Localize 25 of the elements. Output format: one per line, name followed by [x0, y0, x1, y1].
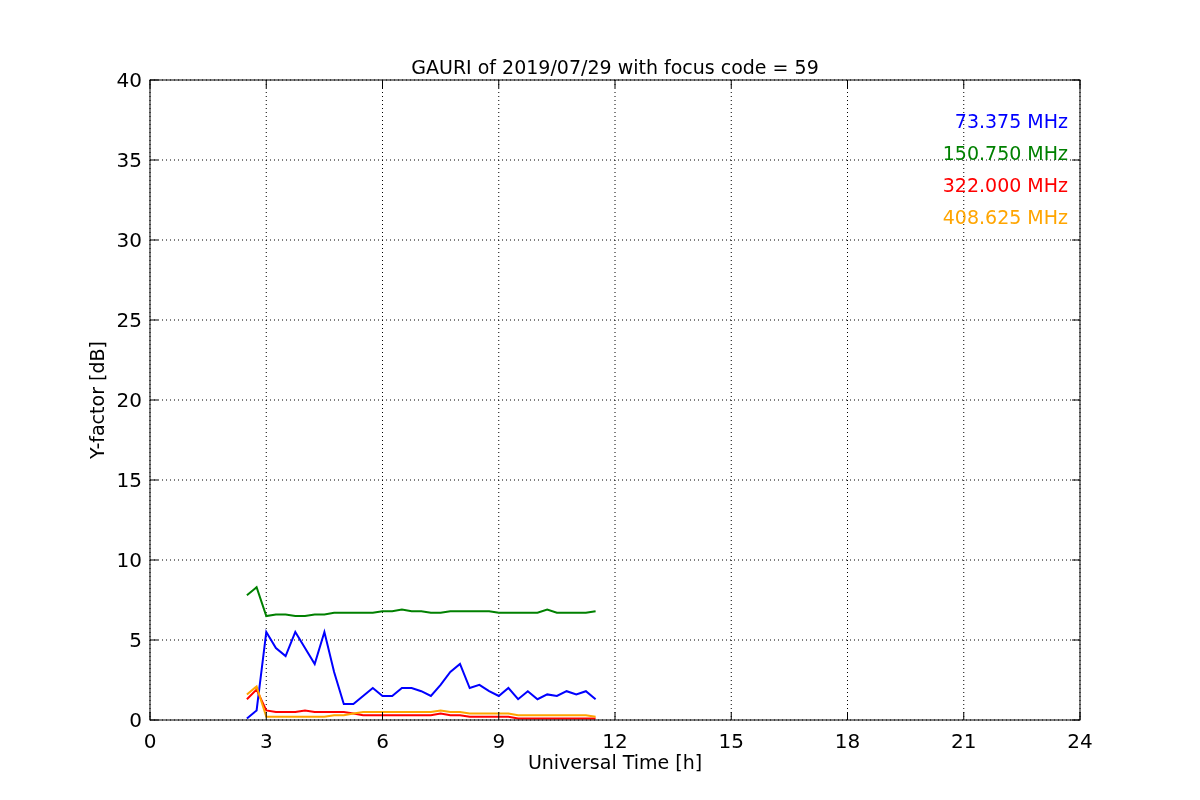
- x-tick-label: 18: [834, 729, 861, 753]
- x-tick-label: 6: [376, 729, 389, 753]
- x-tick-label: 12: [602, 729, 628, 753]
- y-tick-label: 35: [116, 148, 142, 172]
- y-tick-label: 30: [116, 228, 142, 252]
- legend-label: 73.375 MHz: [954, 110, 1068, 132]
- y-tick-label: 10: [116, 548, 142, 572]
- x-tick-label: 0: [143, 729, 157, 753]
- y-tick-label: 5: [129, 628, 142, 652]
- y-tick-label: 25: [116, 308, 142, 332]
- chart-title: GAURI of 2019/07/29 with focus code = 59: [411, 56, 819, 78]
- y-tick-label: 15: [116, 468, 142, 492]
- y-tick-label: 0: [129, 708, 142, 732]
- x-tick-label: 21: [951, 729, 977, 753]
- legend-label: 408.625 MHz: [942, 206, 1068, 228]
- x-tick-label: 24: [1067, 729, 1093, 753]
- x-tick-label: 15: [718, 729, 744, 753]
- y-tick-label: 20: [116, 388, 142, 412]
- legend-label: 150.750 MHz: [942, 142, 1068, 164]
- legend-label: 322.000 MHz: [942, 174, 1068, 196]
- x-tick-label: 3: [259, 729, 273, 753]
- x-axis-label: Universal Time [h]: [527, 751, 703, 773]
- y-tick-label: 40: [116, 68, 142, 92]
- y-axis-label: Y-factor [dB]: [86, 341, 108, 459]
- x-tick-label: 9: [492, 729, 506, 753]
